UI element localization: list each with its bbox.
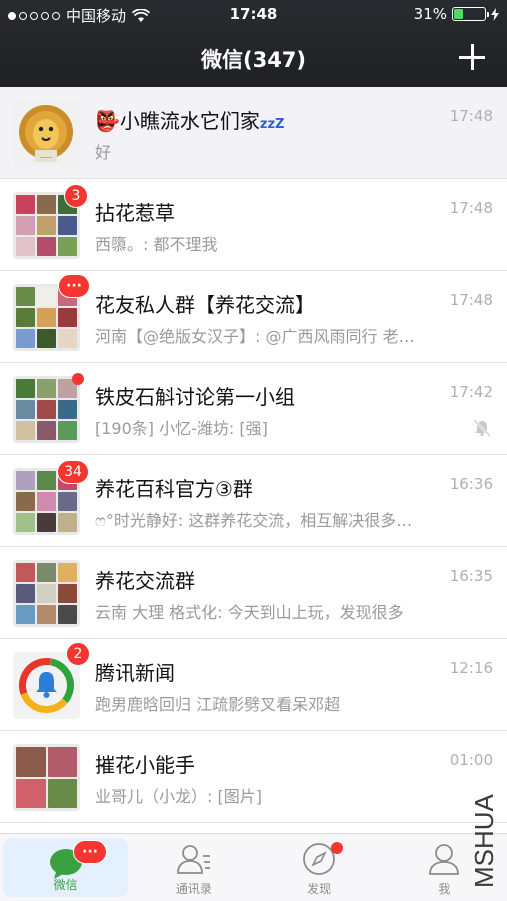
tab-label: 通讯录	[175, 882, 212, 896]
chat-title: 拈花惹草	[95, 201, 175, 225]
chat-row[interactable]: 34 养花百科官方③群 16:36 ෆ°时光静好: 这群养花交流，相互解决很多…	[0, 455, 507, 547]
chat-row[interactable]: ~~~ 👺小瞧流水它们家zzZ 17:48 好	[0, 87, 507, 179]
tab-unread-badge: ···	[73, 840, 107, 864]
tab-label: 发现	[307, 882, 332, 896]
lion-avatar: ~~~	[13, 100, 80, 167]
chat-preview: 跑男鹿晗回归 江疏影劈叉看呆邓超	[95, 695, 341, 714]
chat-preview: 西隳。: 都不理我	[95, 235, 218, 254]
chat-row[interactable]: 摧花小能手 01:00 业哥儿（小龙）: [图片]	[0, 731, 507, 823]
chat-preview: 河南【@绝版女汉子】: @广西风雨同行 老…	[95, 327, 415, 346]
chat-row[interactable]: 养花交流群 16:35 云南 大理 格式化: 今天到山上玩，发现很多	[0, 547, 507, 639]
svg-text:~~~: ~~~	[40, 155, 52, 162]
group-avatar	[13, 744, 80, 811]
chat-time: 17:48	[449, 107, 493, 125]
tab-contacts[interactable]: 通讯录	[131, 834, 256, 901]
chat-title: 养花交流群	[95, 569, 195, 593]
contacts-icon	[176, 845, 210, 874]
chat-time: 16:35	[449, 567, 493, 585]
page-title: 微信(347)	[200, 48, 307, 72]
chat-title-text: 👺小瞧流水它们家	[95, 109, 260, 133]
group-avatar	[13, 376, 80, 443]
chat-row[interactable]: 2 腾讯新闻 12:16 跑男鹿晗回归 江疏影劈叉看呆邓超	[0, 639, 507, 731]
chat-title: 铁皮石斛讨论第一小组	[95, 385, 295, 409]
unread-badge: 2	[66, 642, 90, 666]
battery-percent: 31%	[413, 5, 447, 23]
chat-preview: 云南 大理 格式化: 今天到山上玩，发现很多	[95, 603, 404, 622]
chat-time: 12:16	[449, 659, 493, 677]
chat-title: 👺小瞧流水它们家zzZ	[95, 105, 284, 134]
chat-time: 17:42	[449, 383, 493, 401]
top-bar: 中国移动 17:48 31% 微信(347)	[0, 0, 507, 87]
chat-row[interactable]: 3 拈花惹草 17:48 西隳。: 都不理我	[0, 179, 507, 271]
chat-time: 17:48	[449, 199, 493, 217]
more-unread-badge: ···	[58, 274, 90, 298]
unread-dot	[72, 373, 84, 385]
tab-chats[interactable]: ··· 微信	[3, 838, 129, 897]
unread-badge: 3	[64, 184, 88, 208]
discover-unread-dot	[330, 842, 343, 854]
chat-time: 16:36	[449, 475, 493, 493]
battery-icon	[452, 7, 489, 21]
status-bar: 中国移动 17:48 31%	[0, 0, 507, 30]
status-right: 31%	[414, 5, 499, 23]
chat-time: 01:00	[449, 751, 493, 769]
unread-badge: 34	[57, 460, 89, 484]
plus-icon[interactable]	[457, 42, 487, 72]
chat-title: 养花百科官方③群	[95, 477, 253, 501]
watermark: MSHUA	[469, 793, 499, 888]
tab-label: 微信	[53, 878, 78, 892]
watermark-text: MSHUA	[469, 793, 499, 888]
sleep-zzz-icon: zzZ	[259, 117, 285, 132]
chat-row[interactable]: 铁皮石斛讨论第一小组 17:42 [190条] 小忆-潍坊: [强]	[0, 363, 507, 455]
chat-title: 摧花小能手	[95, 753, 195, 777]
tab-discover[interactable]: 发现	[257, 834, 382, 901]
charging-bolt-icon	[491, 7, 499, 21]
group-avatar	[13, 560, 80, 627]
chat-preview: 好	[95, 143, 112, 162]
chat-list: ~~~ 👺小瞧流水它们家zzZ 17:48 好 3 拈花惹草 17:48 西隳。…	[0, 87, 507, 833]
chat-preview: ෆ°时光静好: 这群养花交流，相互解决很多…	[95, 511, 413, 530]
chat-time: 17:48	[449, 291, 493, 309]
tab-bar: ··· 微信 通讯录 发现 我	[0, 833, 507, 901]
person-icon	[429, 844, 460, 875]
chat-title: 腾讯新闻	[95, 661, 175, 685]
chat-title: 花友私人群【养花交流】	[95, 293, 315, 317]
mute-bell-icon	[473, 419, 491, 437]
chat-preview: 业哥儿（小龙）: [图片]	[95, 787, 262, 806]
chat-row[interactable]: ··· 花友私人群【养花交流】 17:48 河南【@绝版女汉子】: @广西风雨同…	[0, 271, 507, 363]
chat-preview: [190条] 小忆-潍坊: [强]	[95, 419, 268, 438]
